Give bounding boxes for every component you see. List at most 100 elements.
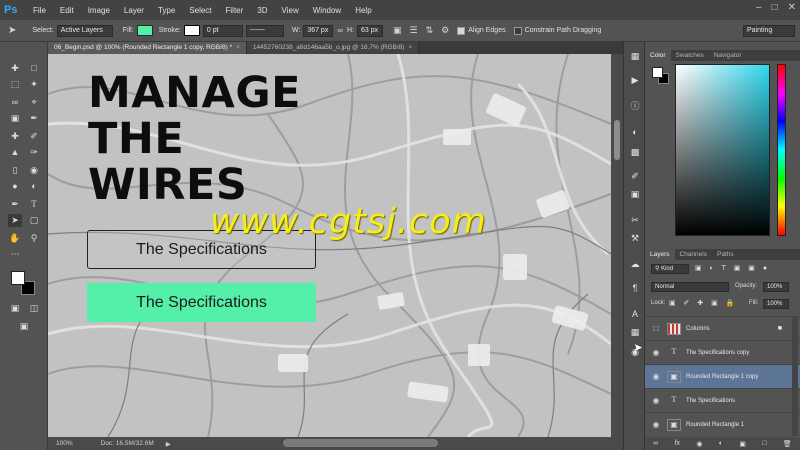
opacity-field[interactable]: 100% <box>763 282 789 292</box>
layer-filter-icons[interactable]: ▣ ◐ T ▣ ▣ ● <box>695 264 770 272</box>
edit-toolbar-icon[interactable]: ⋯ <box>8 248 22 261</box>
move-tool-icon[interactable]: ✚ <box>8 62 22 75</box>
eraser-tool-icon[interactable]: ▯ <box>8 164 22 177</box>
stroke-swatch[interactable] <box>183 25 200 36</box>
link-icon[interactable]: ∞ <box>337 26 343 35</box>
menu-type[interactable]: Type <box>151 6 182 15</box>
visibility-toggle[interactable]: □ <box>645 324 667 333</box>
crop-tool-icon[interactable]: ⌖ <box>27 96 41 109</box>
healing-tool-icon[interactable]: ✚ <box>8 130 22 143</box>
specifications-filled-button[interactable]: The Specifications <box>87 283 316 322</box>
tab-navigator[interactable]: Navigator <box>709 50 747 61</box>
history-icon[interactable]: ▦ <box>628 50 642 62</box>
menu-layer[interactable]: Layer <box>117 6 151 15</box>
fill-field[interactable]: 100% <box>763 299 789 309</box>
dodge-tool-icon[interactable]: ◐ <box>27 180 41 193</box>
vertical-scroll-thumb[interactable] <box>614 120 620 160</box>
height-field[interactable]: 63 px <box>357 24 384 37</box>
zoom-level[interactable]: 100% <box>56 440 73 447</box>
lock-icons[interactable]: ▣ ✐ ✚ ▣ 🔒 <box>669 299 737 307</box>
path-selection-tool-icon[interactable]: ➤ <box>8 214 22 227</box>
path-select-tool-icon[interactable]: ➤ <box>8 25 16 36</box>
tab-photo-jpg[interactable]: 14452760238_a6d146aa5b_o.jpg @ 16.7% (RG… <box>246 42 420 54</box>
paragraph-icon[interactable]: ¶ <box>628 282 642 294</box>
menu-window[interactable]: Window <box>306 6 348 15</box>
clone-stamp-tool-icon[interactable]: ▲ <box>8 146 22 159</box>
layer-row-rounded-rect-copy[interactable]: ◉ ▣ Rounded Rectangle 1 copy <box>645 364 800 388</box>
constrain-path-checkbox[interactable] <box>513 26 522 35</box>
menu-filter[interactable]: Filter <box>219 6 251 15</box>
blend-mode-dropdown[interactable]: Normal <box>651 282 729 292</box>
artboard-tool-icon[interactable]: □ <box>27 62 41 75</box>
select-dropdown[interactable]: Active Layers <box>56 24 113 37</box>
tab-color[interactable]: Color <box>645 50 671 61</box>
eyedropper-tool-icon[interactable]: ✒ <box>27 112 41 125</box>
color-picker-field[interactable] <box>675 64 770 236</box>
menu-help[interactable]: Help <box>348 6 378 15</box>
tab-channels[interactable]: Channels <box>675 249 712 260</box>
close-icon[interactable]: × <box>236 44 240 51</box>
stroke-style-dropdown[interactable]: ─── <box>245 24 284 37</box>
rectangle-tool-icon[interactable]: ▢ <box>27 214 41 227</box>
hue-slider[interactable] <box>777 64 786 236</box>
clone-source-icon[interactable]: ✂ <box>628 214 642 226</box>
new-layer-icon[interactable]: □ <box>762 440 766 447</box>
brush-tool-icon[interactable]: ✐ <box>27 130 41 143</box>
layer-row-rounded-rect[interactable]: ◉ ▣ Rounded Rectangle 1 <box>645 412 800 436</box>
link-layers-icon[interactable]: ∞ <box>653 440 658 447</box>
tab-layers[interactable]: Layers <box>645 249 675 260</box>
glyphs-icon[interactable]: ▦ <box>628 326 642 338</box>
hand-tool-icon[interactable]: ✋ <box>8 232 22 245</box>
tab-06-begin[interactable]: 06_Begin.psd @ 100% (Rounded Rectangle 1… <box>48 42 247 54</box>
layer-row-columns[interactable]: □ Columns ■ <box>645 316 800 340</box>
paint-bucket-tool-icon[interactable]: ◉ <box>27 164 41 177</box>
fx-icon[interactable]: fx <box>675 440 680 447</box>
history-brush-tool-icon[interactable]: ✑ <box>27 146 41 159</box>
menu-3d[interactable]: 3D <box>250 6 274 15</box>
close-icon[interactable]: ✕ <box>788 2 796 13</box>
path-arrange-icon[interactable]: ⇅ <box>426 25 434 36</box>
settings-gear-icon[interactable]: ⚙ <box>441 25 449 36</box>
menu-select[interactable]: Select <box>182 6 218 15</box>
quick-mask-icon[interactable]: ▣ <box>8 302 22 315</box>
close-icon[interactable]: × <box>408 44 412 51</box>
pen-tool-icon[interactable]: ✒ <box>8 198 22 211</box>
minimize-icon[interactable]: – <box>756 2 762 13</box>
menu-edit[interactable]: Edit <box>53 6 81 15</box>
eye-icon[interactable]: ◉ <box>645 348 667 357</box>
eye-icon[interactable]: ◉ <box>645 372 667 381</box>
foreground-color-swatch[interactable] <box>11 271 25 285</box>
status-arrow-icon[interactable]: ▶ <box>166 440 171 448</box>
lasso-tool-icon[interactable]: ∞ <box>8 96 22 109</box>
tab-swatches[interactable]: Swatches <box>671 50 709 61</box>
tab-paths[interactable]: Paths <box>712 249 739 260</box>
zoom-tool-icon[interactable]: ⚲ <box>27 232 41 245</box>
fill-swatch[interactable] <box>136 25 153 36</box>
magic-wand-tool-icon[interactable]: ✦ <box>27 78 41 91</box>
menu-view[interactable]: View <box>275 6 306 15</box>
marquee-tool-icon[interactable]: ⬚ <box>8 78 22 91</box>
path-align-icon[interactable]: ☰ <box>410 25 418 36</box>
info-icon[interactable]: ⓘ <box>628 100 642 112</box>
menu-file[interactable]: File <box>26 6 53 15</box>
workspace-dropdown[interactable]: Painting <box>743 24 795 37</box>
menu-image[interactable]: Image <box>81 6 117 15</box>
mode-switch-icon[interactable]: ▣ <box>17 320 31 333</box>
width-field[interactable]: 367 px <box>303 24 334 37</box>
adjustments-icon[interactable]: ◐ <box>628 126 642 138</box>
document-canvas[interactable]: MANAGE THE WIRES The Specifications The … <box>48 54 611 437</box>
libraries-icon[interactable]: ☁ <box>628 258 642 270</box>
vertical-scrollbar[interactable] <box>611 54 623 437</box>
layer-filter-kind[interactable]: ⚲ Kind <box>651 264 689 274</box>
fg-color-chip[interactable] <box>652 67 663 78</box>
delete-layer-icon[interactable]: 🗑 <box>783 440 792 448</box>
actions-icon[interactable]: ▶ <box>628 74 642 86</box>
eye-icon[interactable]: ◉ <box>645 396 667 405</box>
properties-icon[interactable]: ▩ <box>628 146 642 158</box>
layer-row-specifications[interactable]: ◉ T The Specifications <box>645 388 800 412</box>
blur-tool-icon[interactable]: ● <box>8 180 22 193</box>
maximize-icon[interactable]: □ <box>772 2 778 13</box>
horizontal-scroll-thumb[interactable] <box>283 439 438 447</box>
brush-panel-icon[interactable]: ▣ <box>628 188 642 200</box>
screen-mode-icon[interactable]: ◫ <box>27 302 41 315</box>
